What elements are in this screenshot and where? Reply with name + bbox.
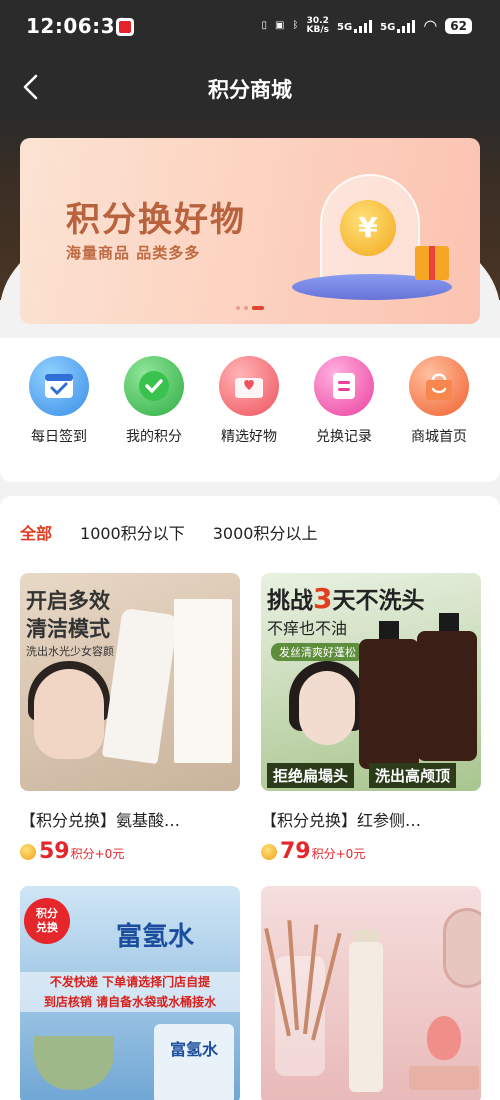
points-value: 59	[39, 839, 70, 864]
makeup-sponge	[427, 1016, 461, 1060]
calendar-check-icon	[29, 356, 89, 416]
carousel-dot-active	[252, 306, 264, 310]
banner-title: 积分换好物	[66, 200, 246, 240]
signal-bars-icon	[354, 19, 373, 33]
signal-5g-2: 5G	[380, 19, 416, 33]
product-name: 【积分兑换】红参侧…	[261, 811, 422, 830]
notice-line: 到店核销 请自备水袋或水桶接水	[43, 995, 217, 1009]
product-card[interactable]: 开启多效 清洁模式 洗出水光少女容颜 【积分兑换】氨基酸… 59 积分+0元	[20, 573, 240, 864]
notice-line: 不发快递 下单请选择门店自提	[49, 975, 211, 989]
makeup-palette	[409, 1066, 479, 1090]
product-image-bar: 拒绝扁塌头	[267, 763, 355, 788]
quick-item-my-points[interactable]: 我的积分	[109, 356, 199, 446]
network-speed-unit: KB/s	[306, 24, 329, 35]
network-speed: 30.2 KB/s	[306, 16, 329, 35]
status-time: 12:06:30	[26, 14, 130, 38]
page-title: 积分商城	[208, 78, 292, 102]
product-image-caption: 洗出水光少女容颜	[26, 645, 114, 658]
product-brand: 富氢水	[116, 922, 195, 952]
carousel-dots	[236, 306, 264, 310]
record-list-icon	[314, 356, 374, 416]
status-bar: 12:06:30 ▯ ▣ ᛒ 30.2 KB/s 5G 5G ◠ 62	[0, 0, 500, 56]
app-notification-icon	[116, 18, 134, 36]
gift-box-icon	[415, 246, 449, 280]
shampoo-bottle	[417, 631, 477, 761]
quick-item-label: 兑换记录	[316, 429, 372, 445]
signal-label-1: 5G	[336, 21, 353, 33]
image-text-line: 清洁模式	[26, 617, 110, 641]
product-image: 开启多效 清洁模式 洗出水光少女容颜	[20, 573, 240, 791]
product-box	[174, 599, 232, 763]
shopping-bag-icon	[409, 356, 469, 416]
points-unit: 积分+0元	[70, 847, 125, 861]
product-image-subline: 不痒也不油	[267, 619, 348, 638]
badge-check-icon	[124, 356, 184, 416]
quick-item-label: 精选好物	[221, 429, 277, 445]
signal-bars-icon	[397, 19, 416, 33]
product-name: 【积分兑换】氨基酸…	[20, 811, 181, 830]
product-image-headline: 开启多效 清洁模式	[26, 587, 110, 643]
water-bag-label: 富氢水	[170, 1040, 219, 1059]
points-coin-icon	[261, 843, 277, 860]
product-image	[261, 886, 481, 1100]
quick-item-label: 每日签到	[31, 429, 87, 445]
quick-item-label: 我的积分	[126, 429, 182, 445]
image-text-line: 天不洗头	[332, 588, 425, 614]
product-card[interactable]: 挑战3天不洗头 不痒也不油 发丝清爽好蓬松 拒绝扁塌头 洗出高颅顶 【积分兑换】…	[261, 573, 481, 864]
badge-text: 积分	[36, 907, 58, 920]
shampoo-bottle	[359, 639, 419, 769]
heart-envelope-icon	[219, 356, 279, 416]
product-image: 挑战3天不洗头 不痒也不油 发丝清爽好蓬松 拒绝扁塌头 洗出高颅顶	[261, 573, 481, 791]
battery-indicator: 62	[445, 17, 472, 34]
image-text-line: 挑战	[267, 588, 313, 614]
tab-under-1000[interactable]: 1000积分以下	[80, 520, 185, 544]
points-redeem-badge: 积分 兑换	[24, 898, 70, 944]
quick-menu: 每日签到 我的积分 精选好物 兑换记录 商城首页	[0, 338, 500, 482]
signal-label-2: 5G	[380, 21, 396, 33]
bluetooth-icon: ᛒ	[292, 20, 299, 31]
quick-item-daily-checkin[interactable]: 每日签到	[14, 356, 104, 446]
carousel-dot	[236, 306, 240, 310]
badge-text: 兑换	[36, 921, 58, 934]
banner-subtitle: 海量商品 品类多多	[66, 244, 201, 262]
product-price: 59 积分+0元	[20, 839, 240, 864]
product-card[interactable]: 积分 兑换 富氢水 不发快递 下单请选择门店自提 到店核销 请自备水袋或水桶接水…	[20, 886, 240, 1100]
signal-5g-1: 5G	[336, 19, 373, 33]
product-image-tag: 发丝清爽好蓬松	[271, 643, 364, 661]
tab-over-3000[interactable]: 3000积分以上	[213, 520, 318, 544]
filter-tabs: 全部 1000积分以下 3000积分以上	[20, 520, 317, 544]
product-section: 全部 1000积分以下 3000积分以上 开启多效 清洁模式 洗出水光少女容颜 …	[0, 496, 500, 1100]
status-icons: ▯ ▣ ᛒ 30.2 KB/s 5G 5G ◠ 62	[262, 16, 472, 35]
model-face	[299, 671, 355, 745]
tea-cup	[34, 1036, 114, 1090]
wifi-icon: ◠	[423, 16, 438, 35]
quick-item-label: 商城首页	[411, 429, 467, 445]
tab-all[interactable]: 全部	[20, 520, 52, 544]
product-image: 积分 兑换 富氢水 不发快递 下单请选择门店自提 到店核销 请自备水袋或水桶接水…	[20, 886, 240, 1100]
cosmetic-bottle	[349, 942, 383, 1092]
nav-bar: 积分商城	[0, 60, 500, 116]
product-image-headline: 挑战3天不洗头	[267, 581, 424, 615]
carousel-dot	[244, 306, 248, 310]
product-image-bar: 洗出高颅顶	[369, 763, 457, 788]
points-value: 79	[280, 839, 311, 864]
vibrate-icon: ▯	[261, 20, 268, 31]
model-face	[34, 669, 104, 759]
product-price: 79 积分+0元	[261, 839, 481, 864]
image-text-highlight: 3	[313, 582, 333, 615]
mirror	[443, 908, 481, 988]
product-card[interactable]	[261, 886, 481, 1100]
image-text-line: 开启多效	[26, 589, 110, 613]
quick-item-mall-home[interactable]: 商城首页	[394, 356, 484, 446]
sim-card-icon: ▣	[275, 20, 285, 31]
points-coin-icon	[20, 843, 36, 860]
coin-icon: ¥	[340, 200, 396, 256]
promo-banner[interactable]: 积分换好物 海量商品 品类多多 ¥	[20, 138, 480, 324]
points-unit: 积分+0元	[311, 847, 366, 861]
pickup-notice: 不发快递 下单请选择门店自提 到店核销 请自备水袋或水桶接水	[20, 972, 240, 1012]
quick-item-redeem-history[interactable]: 兑换记录	[299, 356, 389, 446]
quick-item-featured[interactable]: 精选好物	[204, 356, 294, 446]
cleanser-tube	[101, 607, 179, 765]
